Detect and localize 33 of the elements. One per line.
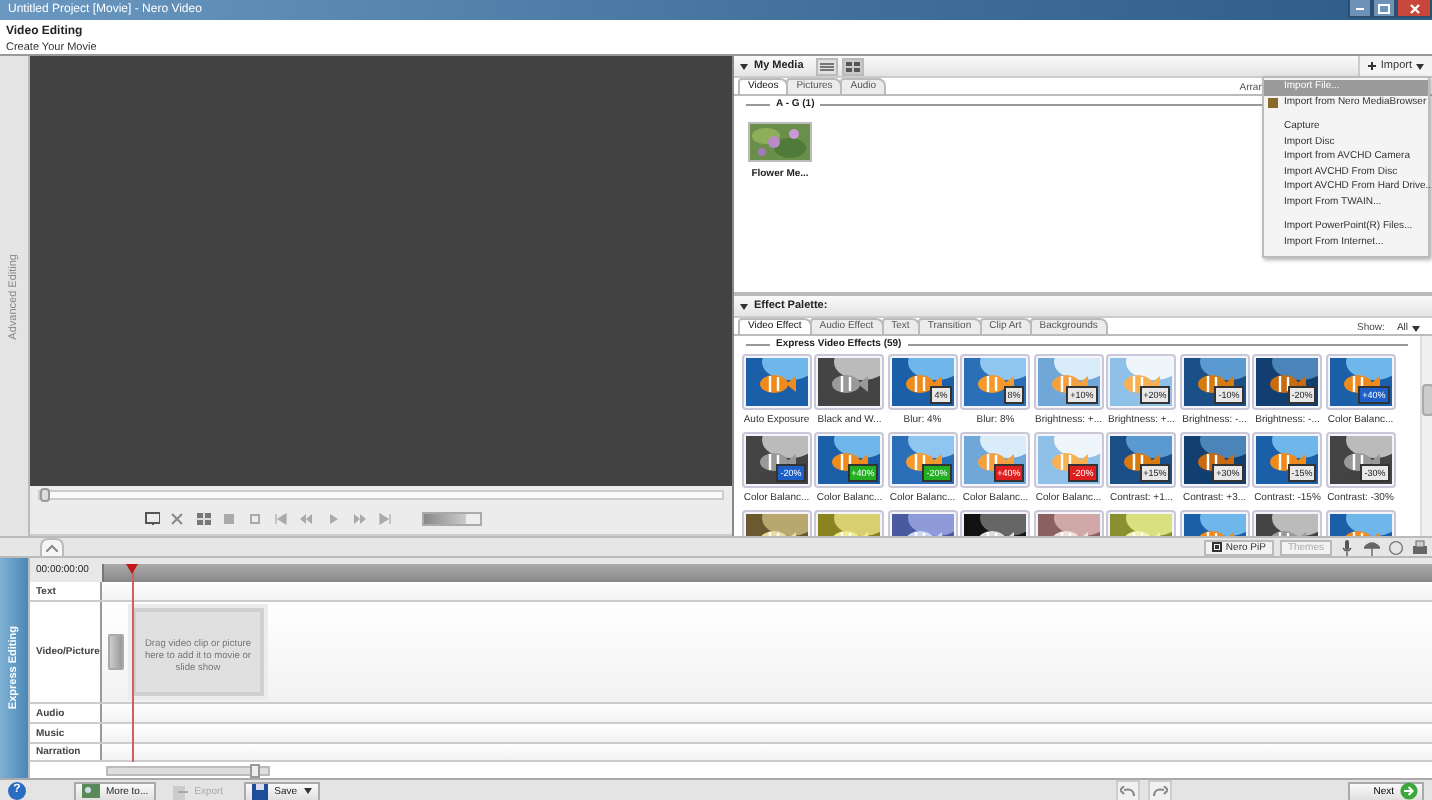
arrow-icon — [1400, 782, 1418, 800]
umbrella-icon[interactable] — [1362, 539, 1380, 555]
chevron-up-icon — [46, 543, 58, 551]
undo-icon[interactable] — [1116, 780, 1140, 800]
track-lane[interactable] — [102, 582, 1432, 600]
seek-slider[interactable] — [38, 490, 724, 501]
microphone-icon[interactable] — [1338, 539, 1356, 555]
pip-icon — [1211, 542, 1222, 552]
scrollbar[interactable] — [1420, 336, 1432, 536]
list-view-icon[interactable] — [815, 57, 838, 75]
plus-icon — [1368, 62, 1377, 70]
maximize-icon[interactable] — [1372, 0, 1396, 18]
collapse-tab[interactable] — [40, 537, 64, 557]
grid-icon[interactable] — [193, 511, 213, 528]
close-icon[interactable] — [1396, 0, 1432, 18]
volume-slider[interactable] — [421, 512, 481, 527]
redo-icon[interactable] — [1148, 780, 1172, 800]
track-lane[interactable] — [102, 724, 1432, 742]
minimize-icon[interactable] — [1348, 0, 1372, 18]
caret-icon[interactable] — [740, 63, 748, 69]
caret-icon[interactable] — [740, 303, 748, 309]
picture-icon — [82, 784, 100, 798]
printer-icon[interactable] — [1410, 539, 1428, 555]
track-lane[interactable] — [102, 704, 1432, 723]
caret-icon — [304, 788, 313, 794]
playhead[interactable] — [126, 564, 138, 762]
start-icon[interactable] — [271, 511, 291, 528]
monitor-icon[interactable] — [141, 511, 161, 528]
caret-icon — [1416, 63, 1424, 69]
thumbnail-view-icon[interactable] — [841, 57, 864, 75]
clip-handle[interactable] — [108, 634, 124, 671]
zoom-slider[interactable] — [106, 765, 270, 776]
caret-icon — [1412, 325, 1420, 331]
